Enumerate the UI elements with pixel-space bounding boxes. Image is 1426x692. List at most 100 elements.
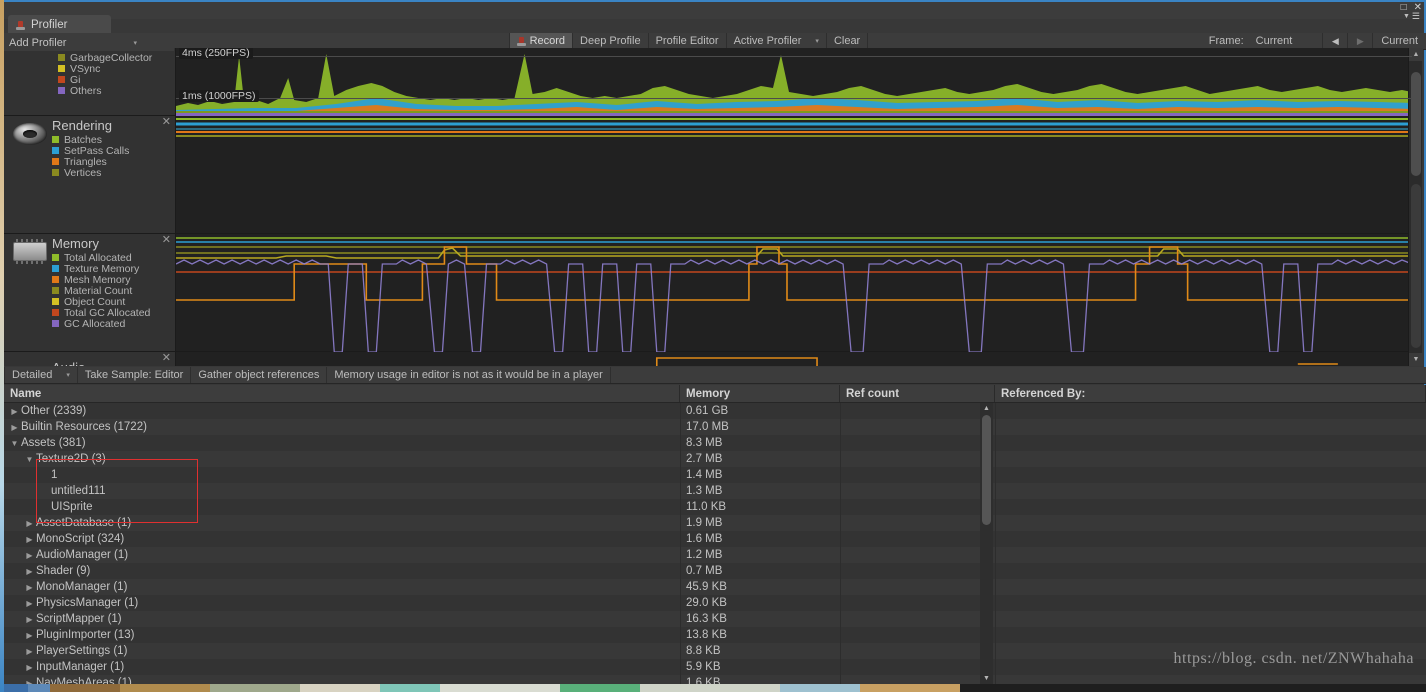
active-profiler-button[interactable]: Active Profiler [727,33,809,49]
table-row[interactable]: ▶UISprite 11.0 KB [4,499,1426,515]
memory-mode-chevron-down-icon[interactable]: ▾ [59,367,78,383]
table-row[interactable]: ▶ MonoManager (1) 45.9 KB [4,579,1426,595]
expand-triangle-right-icon[interactable]: ▶ [23,631,36,640]
table-row[interactable]: ▼ Texture2D (3) 2.7 MB [4,451,1426,467]
profiler-graph-area: GarbageCollector VSync Gi Others 4ms (25… [4,48,1412,366]
counter-total-allocated[interactable]: Total Allocated [52,252,150,264]
cell-memory: 1.6 MB [686,533,723,545]
table-row[interactable]: ▶ Shader (9) 0.7 MB [4,563,1426,579]
counter-garbagecollector[interactable]: GarbageCollector [58,52,175,64]
expand-triangle-right-icon[interactable]: ▶ [8,407,21,416]
expand-triangle-down-icon[interactable]: ▼ [23,455,36,464]
expand-triangle-right-icon[interactable]: ▶ [23,663,36,672]
counter-object-count[interactable]: Object Count [52,296,150,308]
scroll-up-icon[interactable]: ▲ [1409,48,1423,61]
counter-gc-allocated[interactable]: GC Allocated [52,318,150,330]
add-profiler-button[interactable]: Add Profiler ▾ [4,36,142,51]
table-row[interactable]: ▶ PhysicsManager (1) 29.0 KB [4,595,1426,611]
module-memory[interactable]: ✕ Memory Total Allocated Texture Memory … [4,234,1412,352]
active-profiler-chevron-down-icon[interactable]: ▾ [808,33,827,49]
scroll-down-icon[interactable]: ▼ [980,673,993,684]
module-rendering[interactable]: ✕ Rendering Batches SetPass Calls Triang… [4,116,1412,234]
take-sample-button[interactable]: Take Sample: Editor [78,367,192,383]
counter-vertices[interactable]: Vertices [52,167,129,179]
counter-total-gc-allocated[interactable]: Total GC Allocated [52,307,150,319]
memory-mode-dropdown[interactable]: Detailed [4,367,59,383]
color-swatch [52,287,59,294]
counter-material-count[interactable]: Material Count [52,285,150,297]
expand-triangle-right-icon[interactable]: ▶ [23,599,36,608]
counter-others[interactable]: Others [58,85,175,97]
table-row[interactable]: ▶untitled111 1.3 MB [4,483,1426,499]
color-swatch [52,136,59,143]
table-row[interactable]: ▶ ScriptMapper (1) 16.3 KB [4,611,1426,627]
table-row[interactable]: ▶ AudioManager (1) 1.2 MB [4,547,1426,563]
expand-triangle-right-icon[interactable]: ▶ [23,615,36,624]
expand-triangle-right-icon[interactable]: ▶ [23,567,36,576]
expand-triangle-right-icon[interactable]: ▶ [23,535,36,544]
table-row[interactable]: ▶ NavMeshAreas (1) 1.6 KB [4,675,1426,684]
close-icon[interactable]: ✕ [162,235,171,246]
audio-chart[interactable] [176,352,1412,366]
window-titlebar: □ ✕ ▼ ☰ [2,2,1424,21]
graph-scrollbar-thumb[interactable] [1411,72,1421,176]
close-icon[interactable]: ✕ [162,353,171,364]
column-header-name[interactable]: Name [4,385,680,402]
cell-memory: 16.3 KB [686,613,727,625]
counter-setpass-calls[interactable]: SetPass Calls [52,145,129,157]
scroll-up-icon[interactable]: ▲ [980,403,993,414]
scroll-down-icon[interactable]: ▼ [1409,353,1423,366]
current-frame-button[interactable]: Current [1372,33,1426,49]
expand-triangle-right-icon[interactable]: ▶ [23,647,36,656]
cell-memory: 17.0 MB [686,421,729,433]
table-scrollbar-thumb[interactable] [982,415,991,525]
cell-memory: 29.0 KB [686,597,727,609]
expand-triangle-right-icon[interactable]: ▶ [23,583,36,592]
table-row[interactable]: ▶ AssetDatabase (1) 1.9 MB [4,515,1426,531]
cell-name: ▶ AssetDatabase (1) [4,517,680,529]
expand-triangle-right-icon[interactable]: ▶ [8,423,21,432]
hamburger-menu-icon[interactable]: ☰ [1412,12,1420,21]
expand-triangle-right-icon[interactable]: ▶ [23,679,36,685]
table-row[interactable]: ▶ PluginImporter (13) 13.8 KB [4,627,1426,643]
table-row[interactable]: ▶ MonoScript (324) 1.6 MB [4,531,1426,547]
counter-mesh-memory[interactable]: Mesh Memory [52,274,150,286]
clear-button[interactable]: Clear [827,33,869,49]
column-header-ref-count[interactable]: Ref count [840,385,995,402]
counter-triangles[interactable]: Triangles [52,156,129,168]
close-icon[interactable]: ✕ [162,117,171,128]
column-header-referenced-by[interactable]: Referenced By: [995,385,1426,402]
counter-batches[interactable]: Batches [52,134,129,146]
cell-name: ▶ AudioManager (1) [4,549,680,561]
graph-scrollbar-track[interactable] [1411,184,1421,348]
gather-object-references-toggle[interactable]: Gather object references [191,367,328,383]
prev-frame-button[interactable]: ◀ [1322,33,1347,49]
memory-chart[interactable] [176,234,1412,352]
counter-gi[interactable]: Gi [58,74,175,86]
record-icon [15,20,26,31]
graph-scrollbar[interactable]: ▲ ▼ [1408,48,1423,366]
table-row[interactable]: ▶ Builtin Resources (1722) 17.0 MB [4,419,1426,435]
module-cpu-usage[interactable]: GarbageCollector VSync Gi Others 4ms (25… [4,48,1412,116]
rendering-chart[interactable] [176,116,1412,233]
table-row[interactable]: ▶ Other (2339) 0.61 GB [4,403,1426,419]
module-rendering-sidebar: ✕ Rendering Batches SetPass Calls Triang… [4,116,176,233]
expand-triangle-right-icon[interactable]: ▶ [23,519,36,528]
tab-profiler[interactable]: Profiler [8,15,111,35]
cpu-usage-chart[interactable]: 4ms (250FPS) 1ms (1000FPS) [176,48,1412,116]
counter-vsync[interactable]: VSync [58,63,175,75]
next-frame-button[interactable]: ▶ [1347,33,1372,49]
profile-editor-button[interactable]: Profile Editor [649,33,727,49]
expand-triangle-right-icon[interactable]: ▶ [23,551,36,560]
table-scrollbar[interactable]: ▲ ▼ [980,403,993,684]
cell-name: ▶ PhysicsManager (1) [4,597,680,609]
record-button[interactable]: Record [508,33,574,49]
table-row[interactable]: ▶1 1.4 MB [4,467,1426,483]
table-row[interactable]: ▼ Assets (381) 8.3 MB [4,435,1426,451]
expand-triangle-down-icon[interactable]: ▼ [8,439,21,448]
counter-texture-memory[interactable]: Texture Memory [52,263,150,275]
module-audio[interactable]: ✕ Audio [4,352,1412,366]
column-header-memory[interactable]: Memory [680,385,840,402]
audio-lines-svg [655,357,1338,366]
deep-profile-button[interactable]: Deep Profile [573,33,649,49]
